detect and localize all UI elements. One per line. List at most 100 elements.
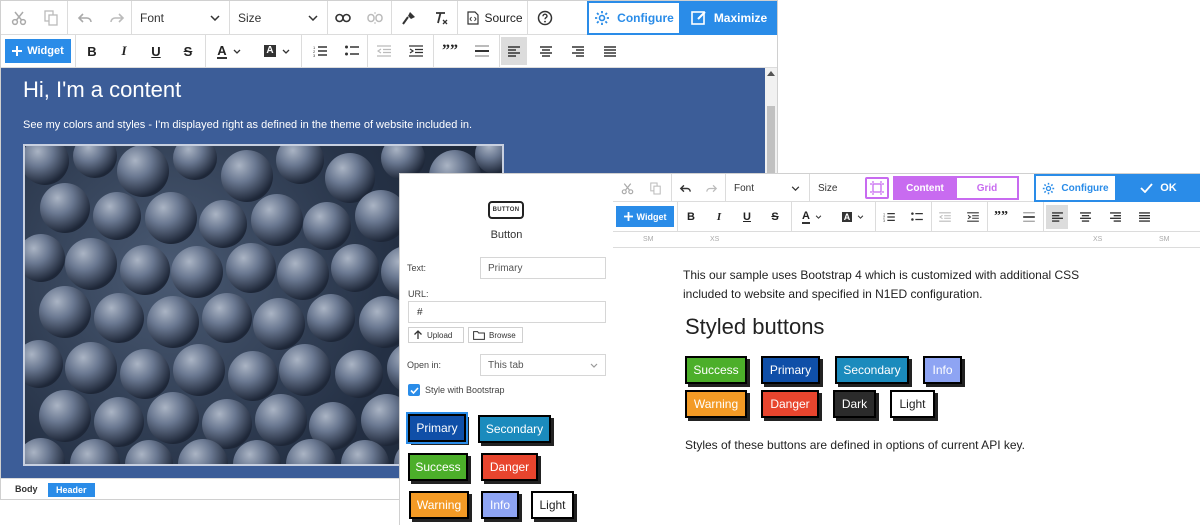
scroll-up-arrow[interactable] (767, 71, 775, 76)
numbered-list-icon[interactable]: 123 (309, 40, 331, 62)
align-justify-icon[interactable] (1134, 207, 1154, 227)
widget-label: Widget (27, 45, 64, 57)
panel-btn-success[interactable]: Success (408, 453, 468, 481)
align-right-icon[interactable] (1105, 207, 1125, 227)
bold-button[interactable]: B (81, 40, 103, 62)
outdent-icon[interactable] (373, 40, 395, 62)
widget-label: Widget (636, 211, 667, 222)
editor-2-toolbar-row-2: Widget B I U S A A 123 ”” (613, 202, 1200, 232)
align-center-icon[interactable] (535, 40, 557, 62)
ok-button[interactable]: OK (1117, 174, 1200, 202)
content-btn-secondary[interactable]: Secondary (835, 356, 909, 384)
outdent-icon[interactable] (935, 207, 955, 227)
panel-btn-danger[interactable]: Danger (481, 453, 538, 481)
ruler-left-xs: XS (710, 236, 720, 243)
ruler-left-sm: SM (643, 236, 654, 243)
undo-icon[interactable] (675, 178, 695, 198)
text-color-icon: A (217, 42, 227, 59)
ruler-right-sm: SM (1159, 236, 1170, 243)
copy-icon[interactable] (39, 7, 63, 29)
font-select[interactable]: Font (132, 1, 228, 35)
underline-button[interactable]: U (737, 207, 757, 227)
edit-icon (691, 10, 707, 26)
horizontal-rule-icon[interactable] (1019, 207, 1039, 227)
breadcrumb-header[interactable]: Header (48, 483, 95, 497)
align-left-icon[interactable] (501, 37, 527, 65)
ruler-right-xs: XS (1093, 236, 1103, 243)
horizontal-rule-icon[interactable] (471, 40, 493, 62)
clear-format-icon[interactable] (429, 7, 453, 29)
source-label: Source (484, 11, 523, 25)
text-color-button[interactable]: A (211, 40, 247, 62)
maximize-label: Maximize (713, 11, 768, 25)
chevron-down-icon (815, 215, 822, 219)
widget-button[interactable]: Widget (616, 206, 674, 227)
text-color-button[interactable]: A (796, 207, 828, 227)
size-select[interactable]: Size (810, 174, 850, 202)
breadcrumb-body[interactable]: Body (15, 484, 38, 494)
align-left-icon[interactable] (1046, 205, 1068, 229)
configure-button[interactable]: Configure (1034, 174, 1117, 202)
content-btn-dark[interactable]: Dark (833, 390, 876, 418)
undo-icon[interactable] (73, 7, 97, 29)
configure-button[interactable]: Configure (587, 1, 681, 35)
editor-2-content[interactable]: This our sample uses Bootstrap 4 which i… (613, 249, 1200, 526)
source-icon (467, 11, 480, 25)
chevron-down-icon (308, 15, 318, 21)
italic-button[interactable]: I (709, 207, 729, 227)
font-select[interactable]: Font (726, 174, 808, 202)
align-justify-icon[interactable] (599, 40, 621, 62)
redo-icon[interactable] (105, 7, 129, 29)
grid-tab[interactable]: Grid (957, 176, 1019, 200)
underline-button[interactable]: U (145, 40, 167, 62)
content-heading: Hi, I'm a content (23, 77, 182, 102)
content-btn-primary[interactable]: Primary (761, 356, 820, 384)
unlink-icon[interactable] (363, 7, 387, 29)
panel-btn-light[interactable]: Light (531, 491, 574, 519)
bullet-list-icon[interactable] (907, 207, 927, 227)
link-icon[interactable] (331, 7, 355, 29)
numbered-list-icon[interactable]: 123 (879, 207, 899, 227)
content-tab[interactable]: Content (893, 176, 957, 200)
bg-color-button[interactable]: A (837, 207, 869, 227)
select-frame-icon[interactable] (865, 177, 889, 199)
content-btn-danger[interactable]: Danger (761, 390, 819, 418)
text-color-icon: A (802, 209, 810, 224)
align-center-icon[interactable] (1075, 207, 1095, 227)
blockquote-button[interactable]: ”” (991, 207, 1011, 227)
panel-btn-secondary[interactable]: Secondary (478, 415, 551, 443)
content-btn-warning[interactable]: Warning (685, 390, 747, 418)
chevron-down-icon (282, 49, 290, 54)
content-paragraph: See my colors and styles - I'm displayed… (23, 119, 473, 131)
plus-icon (12, 46, 23, 56)
bullet-list-icon[interactable] (341, 40, 363, 62)
content-btn-info[interactable]: Info (923, 356, 962, 384)
indent-icon[interactable] (963, 207, 983, 227)
content-btn-success[interactable]: Success (685, 356, 747, 384)
panel-btn-primary[interactable]: Primary (408, 414, 466, 442)
editor-2-toolbar-row-1: Font Size Content Grid Configure OK (613, 174, 1200, 202)
size-select[interactable]: Size (230, 1, 326, 35)
cut-icon[interactable] (617, 178, 637, 198)
copy-icon[interactable] (645, 178, 665, 198)
bold-button[interactable]: B (681, 207, 701, 227)
strikethrough-button[interactable]: S (177, 40, 199, 62)
source-button[interactable]: Source (463, 7, 527, 29)
blockquote-button[interactable]: ”” (439, 40, 461, 62)
strikethrough-button[interactable]: S (765, 207, 785, 227)
italic-button[interactable]: I (113, 40, 135, 62)
indent-icon[interactable] (405, 40, 427, 62)
help-icon[interactable] (533, 7, 557, 29)
panel-btn-info[interactable]: Info (481, 491, 519, 519)
widget-button[interactable]: Widget (5, 39, 71, 63)
content-btn-light[interactable]: Light (890, 390, 935, 418)
format-painter-icon[interactable] (397, 7, 421, 29)
align-right-icon[interactable] (567, 40, 589, 62)
panel-btn-warning[interactable]: Warning (409, 491, 469, 519)
chevron-down-icon (233, 49, 241, 54)
redo-icon[interactable] (701, 178, 721, 198)
maximize-button[interactable]: Maximize (681, 1, 777, 35)
cut-icon[interactable] (7, 7, 31, 29)
chevron-down-icon (210, 15, 220, 21)
bg-color-button[interactable]: A (259, 40, 295, 62)
